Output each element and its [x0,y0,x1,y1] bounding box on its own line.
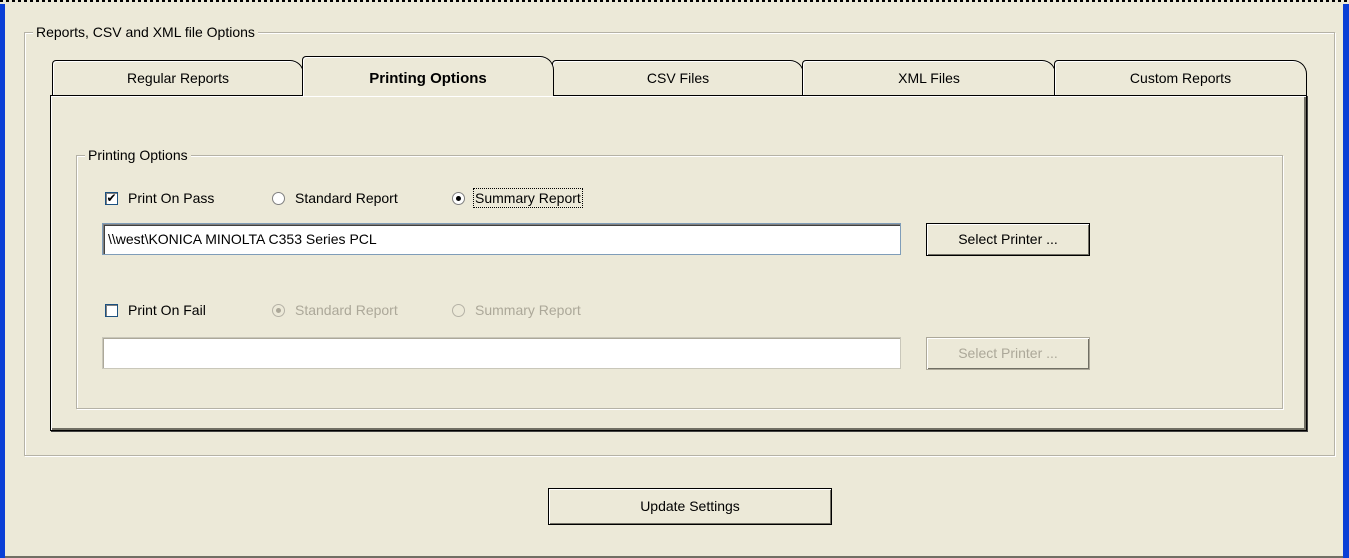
pass-summary-report-radio[interactable] [452,191,465,205]
printing-options-legend: Printing Options [85,147,191,163]
pass-printer-path-input[interactable]: \\west\KONICA MINOLTA C353 Series PCL [102,223,901,255]
tab-custom-reports[interactable]: Custom Reports [1054,60,1307,95]
window-top-border [0,0,1349,3]
fail-summary-report-radio [452,303,465,317]
printing-options-panel: Printing Options ✔ Print On Pass Standar… [50,95,1307,431]
pass-summary-report-label[interactable]: Summary Report [473,188,583,208]
window-left-border [0,4,5,558]
fail-printer-path-input [102,337,901,369]
print-on-fail-label[interactable]: Print On Fail [128,302,206,318]
tab-xml-files[interactable]: XML Files [802,60,1056,95]
checkmark-icon: ✔ [106,191,117,205]
tab-printing-options[interactable]: Printing Options [302,56,554,96]
fail-standard-report-radio [272,303,285,317]
pass-standard-report-option[interactable]: Standard Report [272,188,398,208]
pass-standard-report-radio[interactable] [272,191,285,205]
pass-summary-report-option[interactable]: Summary Report [452,188,583,208]
fail-summary-report-label: Summary Report [475,302,581,318]
reports-options-legend: Reports, CSV and XML file Options [33,24,258,40]
pass-standard-report-label[interactable]: Standard Report [295,190,398,206]
tab-csv-files[interactable]: CSV Files [552,60,804,95]
pass-select-printer-button[interactable]: Select Printer ... [926,223,1090,256]
print-on-pass-checkbox[interactable]: ✔ [105,191,118,205]
print-on-fail-row: Print On Fail [105,300,206,320]
fail-summary-report-option: Summary Report [452,300,581,320]
tab-regular-reports[interactable]: Regular Reports [52,60,304,95]
window-right-border [1343,4,1349,558]
printing-options-groupbox: Printing Options [76,147,1283,409]
print-on-pass-row: ✔ Print On Pass [105,188,214,208]
fail-standard-report-label: Standard Report [295,302,398,318]
print-on-pass-label[interactable]: Print On Pass [128,190,214,206]
update-settings-button[interactable]: Update Settings [548,488,832,525]
fail-standard-report-option: Standard Report [272,300,398,320]
fail-select-printer-button: Select Printer ... [926,337,1090,370]
print-on-fail-checkbox[interactable] [105,303,118,317]
